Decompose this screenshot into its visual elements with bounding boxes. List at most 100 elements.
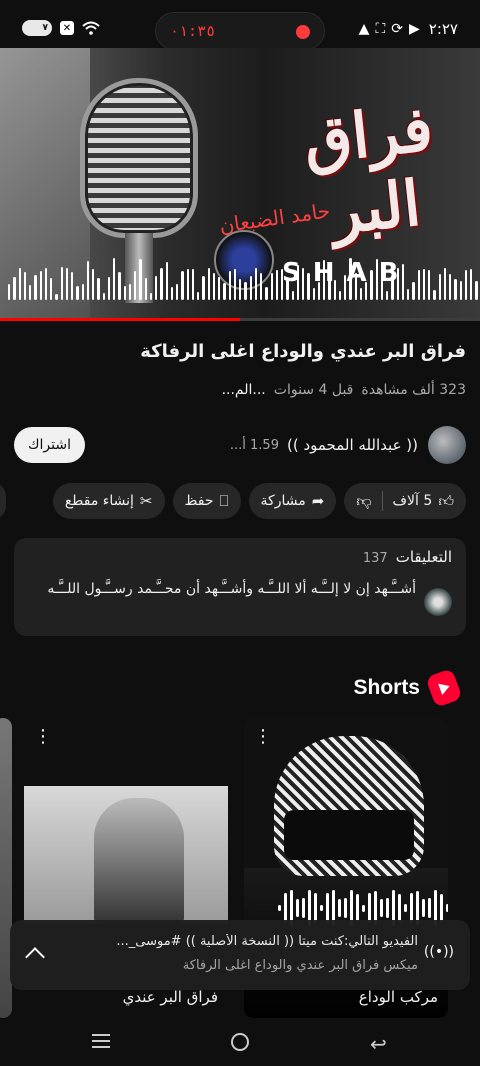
waveform-bar bbox=[344, 275, 347, 300]
waveform-bar bbox=[422, 899, 425, 917]
recording-timer: ٠١:٣٥ bbox=[170, 22, 216, 40]
subscriber-count: 1.59 أ... bbox=[229, 437, 279, 453]
recents-icon[interactable] bbox=[92, 1034, 110, 1048]
comments-panel[interactable]: التعليقات 137 أشــَّـهد إن لا إلــَّـه أ… bbox=[14, 538, 466, 636]
waveform-bar bbox=[181, 270, 184, 300]
waveform-bar bbox=[76, 285, 79, 300]
view-count: 323 ألف مشاهدة bbox=[361, 382, 466, 398]
description-more[interactable]: ...الم... bbox=[222, 382, 266, 398]
recording-pill[interactable]: ٠١:٣٥ bbox=[155, 12, 325, 50]
channel-name[interactable]: (( عبدالله المحمود )) bbox=[287, 436, 418, 454]
record-dot-icon bbox=[296, 25, 310, 39]
thumbs-down-icon[interactable]: 👎︎ bbox=[356, 492, 371, 511]
waveform-bar bbox=[249, 275, 252, 300]
waveform-bar bbox=[320, 904, 323, 912]
more-options-icon[interactable]: ⋮ bbox=[254, 728, 272, 746]
waveform-bar bbox=[407, 288, 410, 300]
video-title[interactable]: فراق البر عندي والوداع اغلى الرفاكة bbox=[14, 338, 466, 366]
action-bar: 👍︎ 5 آلاف 👎︎ ➦ مشاركة ⎕ حفظ ✂ إنشاء مقطع bbox=[52, 483, 466, 519]
waveform-bar bbox=[386, 897, 389, 919]
waveform-bar bbox=[8, 284, 11, 300]
waveform-bar bbox=[475, 280, 478, 300]
waveform-bar bbox=[349, 258, 352, 300]
waveform-bar bbox=[401, 263, 404, 300]
comments-title: التعليقات bbox=[395, 548, 452, 566]
waveform-bar bbox=[375, 259, 378, 300]
waveform-bar bbox=[286, 279, 289, 300]
clip-button[interactable]: ✂ إنشاء مقطع bbox=[52, 483, 165, 519]
waveform-bar bbox=[302, 898, 305, 918]
wifi-icon bbox=[82, 21, 100, 35]
next-video-miniplayer[interactable]: ((•)) الفيديو التالي:كنت ميتا (( النسخة … bbox=[10, 920, 470, 990]
waveform-bar bbox=[314, 893, 317, 923]
back-icon[interactable]: ↩ bbox=[370, 1032, 387, 1056]
waveform-bar bbox=[446, 903, 448, 912]
video-art-title: فراق البر bbox=[300, 91, 437, 249]
waveform-bar bbox=[428, 897, 431, 919]
waveform-bar bbox=[55, 293, 58, 300]
upload-age: قبل 4 سنوات bbox=[273, 382, 354, 398]
shorts-logo-icon bbox=[425, 668, 463, 708]
mix-title: ميكس فراق البر عندي والوداع اغلى الرفاكة bbox=[182, 958, 418, 973]
waveform-bar bbox=[13, 277, 16, 300]
sync-icon: ⟳ bbox=[391, 21, 403, 37]
subscribe-button[interactable]: اشتراك bbox=[14, 427, 85, 463]
waveform-bar bbox=[123, 286, 126, 300]
short-thumbnail-person bbox=[94, 798, 184, 924]
waveform-bar bbox=[398, 893, 401, 923]
waveform-bar bbox=[207, 268, 210, 300]
waveform-bar bbox=[323, 260, 326, 300]
channel-avatar[interactable] bbox=[428, 426, 466, 464]
more-actions-chip[interactable] bbox=[0, 483, 6, 519]
waveform-bar bbox=[356, 893, 359, 923]
home-icon[interactable] bbox=[231, 1033, 249, 1051]
waveform-bar bbox=[422, 269, 425, 300]
video-player[interactable]: فراق البر حامد الضبعان SHAB bbox=[0, 48, 480, 318]
x-icon: ✕ bbox=[60, 21, 74, 35]
waveform-bar bbox=[284, 893, 287, 923]
thumbs-up-icon[interactable]: 👍︎ bbox=[438, 492, 454, 511]
waveform-bar bbox=[23, 271, 26, 300]
waveform-bar bbox=[459, 281, 462, 300]
waveform-bar bbox=[278, 905, 281, 911]
waveform-bar bbox=[254, 268, 257, 300]
status-left: ٧ ✕ bbox=[22, 20, 100, 36]
waveform-bar bbox=[18, 268, 21, 300]
comments-header: التعليقات 137 bbox=[363, 548, 452, 566]
chevron-up-icon[interactable] bbox=[25, 947, 45, 967]
short-title[interactable]: مركب الوداع bbox=[359, 988, 438, 1006]
short-title[interactable]: فراق البر عندي bbox=[123, 988, 218, 1006]
waveform-bar bbox=[307, 273, 310, 300]
waveform-bar bbox=[438, 274, 441, 300]
shorts-header: Shorts bbox=[353, 668, 463, 708]
share-button[interactable]: ➦ مشاركة bbox=[248, 483, 337, 519]
waveform-bar bbox=[404, 904, 407, 912]
save-button[interactable]: ⎕ حفظ bbox=[172, 483, 241, 519]
waveform-bar bbox=[29, 285, 32, 300]
video-meta[interactable]: 323 ألف مشاهدة قبل 4 سنوات ...الم... bbox=[222, 382, 466, 398]
waveform-bar bbox=[218, 276, 221, 300]
waveform-bar bbox=[440, 893, 443, 923]
waveform-bar bbox=[44, 268, 47, 300]
waveform-bar bbox=[139, 258, 142, 300]
waveform-bar bbox=[97, 277, 100, 300]
waveform-bar bbox=[134, 270, 137, 300]
system-nav-bar: ↩ bbox=[0, 1018, 480, 1066]
waveform-bar bbox=[391, 274, 394, 300]
waveform-bar bbox=[86, 261, 89, 300]
waveform-bar bbox=[368, 892, 371, 924]
alert-icon: ▲ bbox=[358, 21, 370, 37]
waveform-bar bbox=[244, 281, 247, 300]
waveform-bar bbox=[191, 268, 194, 300]
waveform-bar bbox=[328, 269, 331, 300]
short-thumbnail-face bbox=[284, 810, 414, 860]
waveform-bar bbox=[107, 276, 110, 300]
waveform-bar bbox=[186, 268, 189, 300]
waveform-bar bbox=[443, 268, 446, 300]
more-options-icon[interactable]: ⋮ bbox=[34, 728, 52, 746]
waveform-bar bbox=[370, 270, 373, 300]
like-dislike-chip[interactable]: 👍︎ 5 آلاف 👎︎ bbox=[344, 483, 466, 519]
waveform-bar bbox=[449, 273, 452, 300]
video-progress-bar[interactable] bbox=[0, 318, 480, 321]
waveform-bar bbox=[270, 272, 273, 300]
